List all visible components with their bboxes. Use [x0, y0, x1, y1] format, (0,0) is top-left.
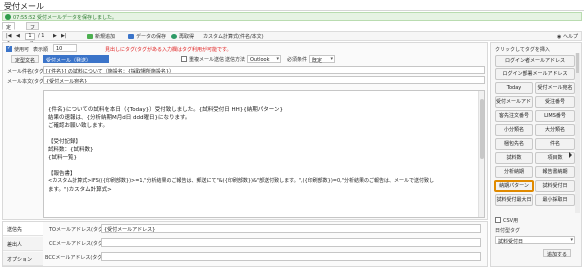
tag-button[interactable]: Today: [495, 82, 533, 94]
page-input[interactable]: 1: [25, 33, 35, 40]
tag-button[interactable]: ログイン者メールアドレス: [495, 55, 575, 67]
tag-button[interactable]: ログイン部署メールアドレス: [495, 68, 575, 80]
date-tag-label: 日付型タグ: [495, 228, 521, 234]
required-label: 必須条件: [287, 57, 308, 63]
tab-options[interactable]: オプション: [3, 252, 43, 266]
last-page-icon[interactable]: ▶|: [61, 33, 67, 39]
tag-button[interactable]: 試料受付最大日: [495, 194, 533, 206]
tag-button[interactable]: 受付メール宛名: [535, 82, 575, 94]
recipient-panel: 送信先 差出人 オプション TOメールアドレス(タグ) {受付メールアドレス} …: [2, 221, 488, 267]
tag-button[interactable]: 客先注文番号: [495, 110, 533, 122]
body-line: <カスタム計算式>IFS(({印刷部数})>=1,"分析結果のご報告は、郵送にて…: [48, 178, 435, 184]
notice-text: 07:55:52 受付メールデータを保存しました。: [13, 15, 118, 21]
first-page-icon[interactable]: |◀: [6, 33, 12, 39]
help-label: ヘルプ: [562, 34, 578, 40]
body-scrollbar[interactable]: [478, 91, 484, 217]
help-button[interactable]: ◉ ヘルプ: [557, 33, 578, 40]
template-panel: 使用可 表示順 10 見出しにタグ(タグがある入力欄はタグ利用が可能です。 定型…: [2, 42, 488, 220]
window-title: 受付メール: [4, 2, 44, 11]
save-button[interactable]: データの保存: [136, 33, 166, 40]
order-label: 表示順: [33, 47, 49, 53]
tag-button[interactable]: 報告書納期: [535, 166, 575, 178]
tab-sender[interactable]: 差出人: [3, 237, 43, 251]
subject-label: メール件名(タグ): [7, 69, 46, 75]
duplicate-label: 重複メール送信: [189, 57, 225, 63]
reload-icon[interactable]: [171, 34, 177, 39]
tag-button[interactable]: 試料受付日: [535, 180, 575, 192]
template-name-label: 定型文名: [11, 55, 40, 64]
custom-formula-button[interactable]: カスタム計算式(件名/本文): [203, 33, 264, 40]
use-checkbox[interactable]: [6, 45, 12, 52]
mouse-cursor-icon: [569, 152, 572, 158]
bcc-input[interactable]: [101, 252, 481, 261]
tag-button[interactable]: 受注番号: [535, 96, 575, 108]
tag-button-highlighted[interactable]: 納期パターン: [494, 180, 534, 192]
subject-input[interactable]: [{件名}] の試料について（施設名：{採取場所施設名}）: [43, 66, 485, 74]
body-label: メール本文(タグ): [7, 79, 46, 85]
template-name-input[interactable]: 受付メール（発送）: [43, 55, 109, 63]
tag-button[interactable]: 梱包先名: [495, 138, 533, 150]
window-titlebar: 受付メール: [0, 0, 584, 11]
reload-button[interactable]: 再取得: [179, 33, 194, 40]
duplicate-checkbox[interactable]: [181, 56, 187, 62]
send-method-select[interactable]: Outlook: [247, 55, 281, 63]
csv-label: CSV用: [503, 218, 519, 224]
to-label: TOメールアドレス(タグ): [49, 227, 105, 233]
tag-button[interactable]: LIMS番号: [535, 110, 575, 122]
scroll-thumb[interactable]: [480, 99, 484, 159]
save-notice: 07:55:52 受付メールデータを保存しました。: [2, 12, 582, 21]
send-method-label: 送信方法: [225, 57, 246, 63]
tag-button[interactable]: 小分類名: [495, 124, 533, 136]
body-first-line[interactable]: {受付メール宛名}: [43, 76, 485, 84]
body-line: 【報告書】: [48, 171, 76, 177]
tag-button[interactable]: 大分類名: [535, 124, 575, 136]
add-tag-button[interactable]: 追加する: [543, 249, 572, 258]
tag-button[interactable]: 件名: [535, 138, 575, 150]
tag-sidebar-title: クリックしてタグを挿入: [495, 47, 550, 53]
tag-button[interactable]: 最小採取日: [535, 194, 575, 206]
next-page-icon[interactable]: ▶: [53, 33, 57, 39]
body-line: 結果の速報は、{分析納期M月d日 ddd曜日}になります。: [48, 115, 191, 121]
tag-button[interactable]: 受付メールアドレス: [495, 96, 533, 108]
body-line: 試料数：{試料数}: [48, 147, 94, 153]
tab-recipient[interactable]: 送信先: [3, 222, 43, 236]
to-input[interactable]: {受付メールアドレス}: [101, 224, 481, 233]
bcc-label: BCCメールアドレス(タグ): [45, 255, 105, 261]
new-button[interactable]: 新規追加: [95, 33, 115, 40]
order-input[interactable]: 10: [53, 44, 77, 52]
tag-button[interactable]: 分析納期: [495, 166, 533, 178]
body-line: {試料一覧}: [48, 155, 77, 161]
tag-warning: 見出しにタグ(タグがある入力欄はタグ利用が可能です。: [105, 47, 232, 53]
cc-label: CCメールアドレス(タグ): [49, 241, 105, 247]
check-circle-icon: [5, 14, 11, 20]
tab-file[interactable]: ファイル: [26, 22, 40, 52]
page-total: / 1: [38, 33, 45, 39]
body-line: 【受付記録】: [48, 139, 82, 145]
save-icon[interactable]: [128, 34, 134, 39]
cc-input[interactable]: [101, 238, 481, 247]
body-line: {件名}についての試料を本日（{Today}）受付致しました。{試料受付日 HH…: [48, 107, 283, 113]
add-icon[interactable]: [87, 34, 93, 39]
required-select[interactable]: 既定: [309, 55, 335, 64]
csv-checkbox[interactable]: [495, 217, 501, 223]
body-line: ます。")カスタム計算式>: [48, 187, 112, 193]
prev-page-icon[interactable]: ◀: [16, 33, 20, 39]
tag-button[interactable]: 試料数: [495, 152, 533, 164]
scroll-thumb[interactable]: [576, 53, 579, 73]
date-tag-select[interactable]: 試料受付日: [495, 236, 575, 245]
use-label: 使用可: [14, 47, 30, 53]
body-editor[interactable]: {件名}についての試料を本日（{Today}）受付致しました。{試料受付日 HH…: [43, 90, 485, 218]
tag-scrollbar[interactable]: [575, 53, 580, 213]
toolbar: |◀ ◀ 1 / 1 ▶ ▶| 新規追加 データの保存 再取得 カスタム計算式(…: [2, 31, 582, 41]
body-line: ご確認お願い致します。: [48, 123, 108, 129]
tab-template[interactable]: 定型文: [2, 22, 16, 45]
